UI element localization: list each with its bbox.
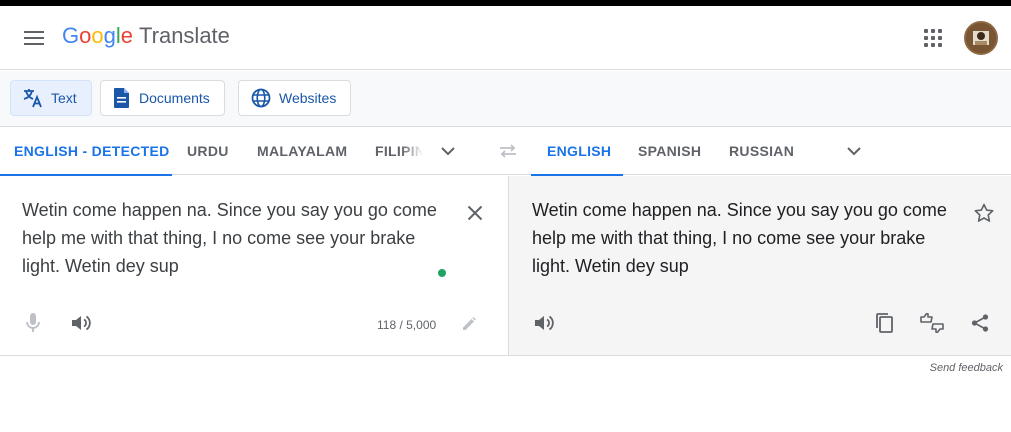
brand-letter: G [62,23,80,48]
google-wordmark: Google [62,23,133,49]
tab-label: FILIPINO [375,143,423,159]
translate-icon [23,89,42,108]
chevron-down-icon [847,146,861,155]
avatar[interactable] [964,21,998,55]
translation-output: Wetin come happen na. Since you say you … [532,200,947,276]
thumbs-up-down-icon [920,313,944,333]
documents-mode-label: Documents [139,90,210,106]
menu-button[interactable] [18,22,50,54]
google-translate-logo[interactable]: Google Translate [62,23,230,53]
tab-label: SPANISH [638,143,702,159]
share-icon [971,314,989,332]
tab-label: RUSSIAN [729,143,795,159]
listen-translation-button[interactable] [529,308,559,338]
avatar-image-icon [966,23,996,53]
source-language-dropdown-button[interactable] [432,135,464,167]
chevron-down-icon [441,146,455,155]
apps-button[interactable] [917,22,949,54]
tab-source-english-detected[interactable]: ENGLISH - DETECTED [0,127,172,176]
tab-source-malayalam[interactable]: MALAYALAM [257,127,347,175]
tab-label: MALAYALAM [257,143,348,159]
tab-target-english[interactable]: ENGLISH [531,127,623,176]
listen-source-button[interactable] [66,308,96,338]
app-header: Google Translate [0,6,1011,70]
swap-languages-button[interactable] [492,135,524,167]
speaker-icon [72,315,91,331]
rate-translation-button[interactable] [917,308,947,338]
brand-letter: o [91,23,104,48]
voice-input-button[interactable] [18,308,48,338]
tab-label: ENGLISH [547,143,612,159]
brand-letter: g [103,23,116,48]
document-icon [114,88,129,108]
handwriting-button[interactable] [456,311,482,337]
apps-grid-icon [924,29,942,47]
text-mode-label: Text [51,90,77,106]
microphone-icon [26,313,40,332]
speaker-icon [535,315,554,331]
pencil-icon [463,317,476,330]
status-dot [438,269,446,277]
result-panel: Wetin come happen na. Since you say you … [508,176,1011,356]
copy-translation-button[interactable] [869,308,899,338]
close-icon [467,205,483,221]
language-bar: ENGLISH - DETECTED URDU MALAYALAM FILIPI… [0,127,1011,176]
save-translation-button[interactable] [969,198,999,228]
documents-mode-button[interactable]: Documents [100,80,225,116]
websites-mode-button[interactable]: Websites [238,80,352,116]
menu-icon [24,31,44,45]
brand-letter: o [79,23,92,48]
mode-bar: Text Documents Websites [0,71,1011,127]
tab-source-filipino[interactable]: FILIPINO [375,127,423,175]
brand-letter: e [120,23,134,48]
swap-arrows-icon [500,144,516,158]
source-text-input[interactable]: Wetin come happen na. Since you say you … [22,196,442,280]
share-translation-button[interactable] [965,308,995,338]
clear-text-button[interactable] [460,198,490,228]
tab-source-urdu[interactable]: URDU [187,127,229,175]
send-feedback-link[interactable]: Send feedback [930,362,1003,374]
star-outline-icon [974,203,994,222]
character-count: 118 / 5,000 [377,318,437,332]
product-name: Translate [139,23,230,48]
copy-icon [876,313,893,333]
target-language-dropdown-button[interactable] [838,135,870,167]
text-mode-button[interactable]: Text [10,80,92,116]
tab-label: ENGLISH - DETECTED [14,143,170,159]
tab-label: URDU [187,143,229,159]
tab-target-russian[interactable]: RUSSIAN [729,127,794,175]
websites-mode-label: Websites [279,90,337,106]
source-panel: Wetin come happen na. Since you say you … [0,176,508,356]
tab-target-spanish[interactable]: SPANISH [638,127,701,175]
globe-icon [251,88,271,108]
